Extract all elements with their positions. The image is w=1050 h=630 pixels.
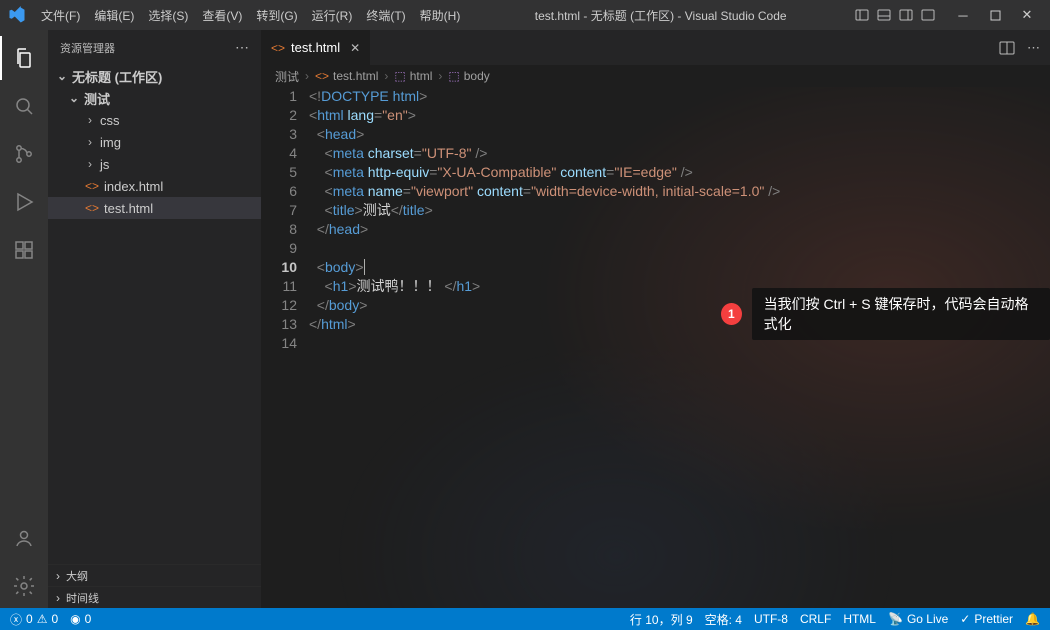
workspace-root[interactable]: ⌄ 无标题 (工作区) — [48, 65, 261, 87]
file-tree: ⌄ 无标题 (工作区) ⌄ 测试 ›css›img›js<>index.html… — [48, 65, 261, 564]
check-icon: ✓ — [960, 612, 970, 626]
tree-label: js — [100, 157, 109, 172]
tree-file[interactable]: <> index.html — [48, 175, 261, 197]
menu-item[interactable]: 帮助(H) — [413, 3, 468, 28]
status-problems[interactable]: ⓧ0 ⚠0 — [10, 611, 58, 628]
layout-sidebar-right-icon[interactable] — [898, 7, 914, 23]
menu-bar: 文件(F)编辑(E)选择(S)查看(V)转到(G)运行(R)终端(T)帮助(H) — [34, 3, 467, 28]
menu-item[interactable]: 查看(V) — [195, 3, 249, 28]
warning-icon: ⚠ — [37, 612, 48, 626]
status-bar: ⓧ0 ⚠0 ◉0 行 10，列 9 空格: 4 UTF-8 CRLF HTML … — [0, 608, 1050, 630]
status-eol[interactable]: CRLF — [800, 612, 831, 626]
window-title: test.html - 无标题 (工作区) - Visual Studio Co… — [469, 7, 852, 24]
more-actions-icon[interactable]: ⋯ — [1027, 40, 1040, 56]
menu-item[interactable]: 运行(R) — [305, 3, 360, 28]
split-editor-icon[interactable] — [999, 40, 1015, 56]
symbol-icon: ⬚ — [394, 69, 405, 83]
breadcrumb-item[interactable]: ⬚body — [448, 69, 489, 83]
tree-label: index.html — [104, 179, 163, 194]
symbol-icon: ⬚ — [448, 69, 459, 83]
breadcrumb-item[interactable]: ⬚html — [394, 69, 432, 83]
vscode-icon — [8, 6, 32, 24]
menu-item[interactable]: 转到(G) — [249, 3, 304, 28]
search-icon[interactable] — [0, 84, 48, 128]
line-gutter: 1234567891011121314 — [261, 87, 309, 608]
chevron-right-icon: › — [56, 569, 60, 583]
close-tab-icon[interactable]: ✕ — [350, 41, 360, 55]
extensions-icon[interactable] — [0, 228, 48, 272]
layout-controls — [854, 7, 936, 23]
sidebar-header: 资源管理器 ⋯ — [48, 30, 261, 65]
status-golive[interactable]: 📡Go Live — [888, 612, 948, 626]
tree-folder[interactable]: › js — [48, 153, 261, 175]
breadcrumb[interactable]: 测试›<>test.html›⬚html›⬚body — [261, 65, 1050, 87]
timeline-label: 时间线 — [66, 590, 99, 606]
sidebar: 资源管理器 ⋯ ⌄ 无标题 (工作区) ⌄ 测试 ›css›img›js<>in… — [48, 30, 261, 608]
menu-item[interactable]: 终端(T) — [359, 3, 412, 28]
status-bell-icon[interactable]: 🔔 — [1025, 612, 1040, 626]
menu-item[interactable]: 文件(F) — [34, 3, 87, 28]
status-prettier[interactable]: ✓Prettier — [960, 612, 1013, 626]
explorer-icon[interactable] — [0, 36, 48, 80]
html-file-icon: <> — [271, 41, 285, 55]
tree-label: css — [100, 113, 120, 128]
tree-folder[interactable]: › img — [48, 131, 261, 153]
tree-file[interactable]: <> test.html — [48, 197, 261, 219]
chevron-right-icon: › — [56, 591, 60, 605]
outline-label: 大纲 — [66, 568, 88, 584]
html-file-icon: <> — [315, 69, 329, 83]
accounts-icon[interactable] — [0, 516, 48, 560]
tree-label: test.html — [104, 201, 153, 216]
status-ports[interactable]: ◉0 — [70, 612, 91, 626]
sidebar-title: 资源管理器 — [60, 40, 115, 56]
status-language[interactable]: HTML — [843, 612, 876, 626]
timeline-section[interactable]: › 时间线 — [48, 586, 261, 608]
code-area[interactable]: <!DOCTYPE html><html lang="en"> <head> <… — [309, 87, 1050, 608]
outline-section[interactable]: › 大纲 — [48, 564, 261, 586]
chevron-down-icon: ⌄ — [56, 69, 68, 83]
layout-sidebar-left-icon[interactable] — [854, 7, 870, 23]
menu-item[interactable]: 选择(S) — [141, 3, 195, 28]
html-file-icon: <> — [84, 201, 100, 215]
chevron-right-icon: › — [84, 157, 96, 171]
menu-item[interactable]: 编辑(E) — [87, 3, 141, 28]
chevron-right-icon: › — [84, 135, 96, 149]
editor-tab[interactable]: <> test.html ✕ — [261, 30, 371, 65]
breadcrumb-item[interactable]: 测试 — [275, 68, 299, 85]
chevron-down-icon: ⌄ — [68, 91, 80, 105]
source-control-icon[interactable] — [0, 132, 48, 176]
activity-bar — [0, 30, 48, 608]
folder-row[interactable]: ⌄ 测试 — [48, 87, 261, 109]
editor-group: <> test.html ✕ ⋯ 测试›<>test.html›⬚html›⬚b… — [261, 30, 1050, 608]
status-spaces[interactable]: 空格: 4 — [705, 611, 742, 628]
maximize-button[interactable] — [980, 0, 1010, 30]
settings-gear-icon[interactable] — [0, 564, 48, 608]
folder-label: 测试 — [84, 89, 110, 108]
tab-bar: <> test.html ✕ ⋯ — [261, 30, 1050, 65]
status-cursor-pos[interactable]: 行 10，列 9 — [630, 611, 693, 628]
workspace-root-label: 无标题 (工作区) — [72, 67, 162, 86]
run-debug-icon[interactable] — [0, 180, 48, 224]
code-editor[interactable]: 1234567891011121314 <!DOCTYPE html><html… — [261, 87, 1050, 608]
error-icon: ⓧ — [10, 611, 22, 628]
chevron-right-icon: › — [84, 113, 96, 127]
tab-actions: ⋯ — [989, 30, 1050, 65]
radio-icon: ◉ — [70, 612, 80, 626]
tree-label: img — [100, 135, 121, 150]
breadcrumb-item[interactable]: <>test.html — [315, 69, 378, 83]
tree-folder[interactable]: › css — [48, 109, 261, 131]
minimize-button[interactable]: ─ — [948, 0, 978, 30]
status-encoding[interactable]: UTF-8 — [754, 612, 788, 626]
broadcast-icon: 📡 — [888, 612, 903, 626]
layout-full-icon[interactable] — [920, 7, 936, 23]
layout-panel-icon[interactable] — [876, 7, 892, 23]
close-button[interactable]: ✕ — [1012, 0, 1042, 30]
sidebar-more-icon[interactable]: ⋯ — [235, 39, 249, 56]
tab-label: test.html — [291, 40, 340, 55]
html-file-icon: <> — [84, 179, 100, 193]
title-bar: 文件(F)编辑(E)选择(S)查看(V)转到(G)运行(R)终端(T)帮助(H)… — [0, 0, 1050, 30]
